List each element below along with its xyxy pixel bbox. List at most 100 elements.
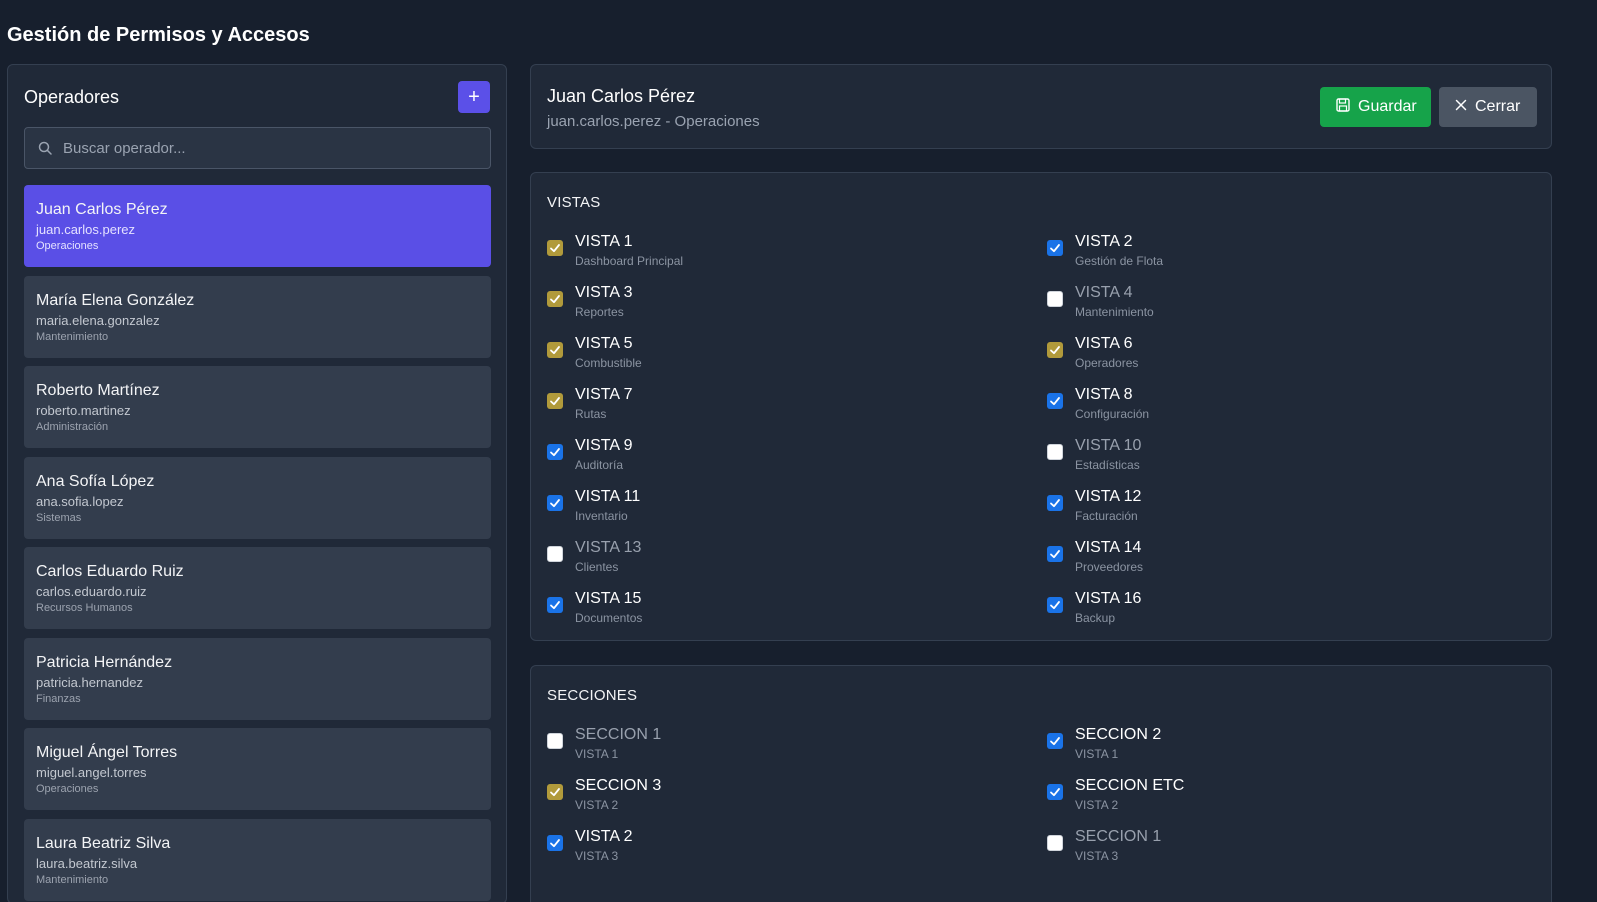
operator-item-username: miguel.angel.torres xyxy=(36,765,147,780)
check-icon xyxy=(549,497,561,509)
vistas-item-label: VISTA 15 xyxy=(575,590,642,607)
check-icon xyxy=(549,446,561,458)
secciones-checkbox[interactable] xyxy=(1047,835,1063,851)
operator-item[interactable]: María Elena González maria.elena.gonzalez… xyxy=(24,275,491,358)
vistas-item-desc: Proveedores xyxy=(1075,560,1144,574)
vistas-item-desc: Mantenimiento xyxy=(1075,305,1154,319)
check-icon xyxy=(1049,344,1061,356)
vistas-checkbox[interactable] xyxy=(547,444,563,460)
operator-item-department: Recursos Humanos xyxy=(36,602,133,614)
vistas-item-label: VISTA 12 xyxy=(1075,488,1142,505)
operator-item[interactable]: Juan Carlos Pérez juan.carlos.perez Operac… xyxy=(24,185,491,267)
check-icon xyxy=(549,395,561,407)
secciones-item-desc: VISTA 1 xyxy=(1075,747,1119,761)
operator-subtitle: juan.carlos.perez - Operaciones xyxy=(547,113,760,130)
close-icon xyxy=(1455,98,1467,116)
vistas-item-desc: Gestión de Flota xyxy=(1075,254,1164,268)
vistas-item-label: VISTA 16 xyxy=(1075,590,1142,607)
check-icon xyxy=(549,344,561,356)
secciones-checkbox[interactable] xyxy=(1047,784,1063,800)
operator-item-name: Carlos Eduardo Ruiz xyxy=(36,563,184,580)
vistas-item-desc: Backup xyxy=(1075,611,1116,625)
vistas-item-label: VISTA 8 xyxy=(1075,386,1133,403)
search-icon xyxy=(37,140,53,156)
check-icon xyxy=(549,837,561,849)
check-icon xyxy=(549,242,561,254)
operator-item-name: Patricia Hernández xyxy=(36,653,173,671)
close-button[interactable]: Cerrar xyxy=(1439,87,1537,127)
vistas-checkbox[interactable] xyxy=(1047,495,1063,511)
vistas-checkbox[interactable] xyxy=(1047,546,1063,562)
vistas-item-label: VISTA 6 xyxy=(1075,335,1133,352)
vistas-item-desc: Reportes xyxy=(575,305,624,319)
vistas-item-label: VISTA 9 xyxy=(575,437,633,454)
secciones-item-desc: VISTA 2 xyxy=(1075,798,1119,812)
check-icon xyxy=(1049,735,1061,747)
detail-header: Juan Carlos Pérez juan.carlos.perez - Op… xyxy=(530,64,1552,149)
operators-header: Operadores + xyxy=(24,81,490,113)
vistas-item-desc: Auditoría xyxy=(575,458,624,472)
operator-item[interactable]: Carlos Eduardo Ruiz carlos.eduardo.ruiz Re… xyxy=(24,547,491,629)
close-label: Cerrar xyxy=(1475,98,1521,115)
vistas-checkbox[interactable] xyxy=(1047,444,1063,460)
save-button[interactable]: Guardar xyxy=(1320,87,1431,127)
vistas-checkbox[interactable] xyxy=(547,495,563,511)
vistas-checkbox[interactable] xyxy=(547,291,563,307)
operator-item-name: María Elena González xyxy=(36,291,195,309)
operator-item-name: Roberto Martínez xyxy=(36,382,160,399)
vistas-checkbox[interactable] xyxy=(1047,240,1063,256)
page-title: Gestión de Permisos y Accesos xyxy=(7,24,310,46)
secciones-section: SECCIONES SECCION 1 VISTA 1 SECCION 2 VISTA… xyxy=(530,665,1552,902)
operator-item[interactable]: Patricia Hernández patricia.hernandez Fina… xyxy=(24,637,491,720)
plus-icon: + xyxy=(468,86,480,108)
vistas-checkbox[interactable] xyxy=(1047,342,1063,358)
vistas-item-desc: Rutas xyxy=(575,407,607,421)
secciones-checkbox[interactable] xyxy=(1047,733,1063,749)
search-input[interactable] xyxy=(63,128,490,168)
vistas-item-label: VISTA 13 xyxy=(575,539,642,556)
secciones-checkbox[interactable] xyxy=(547,835,563,851)
secciones-item-label: SECCION 2 xyxy=(1075,726,1162,743)
vistas-item-desc: Inventario xyxy=(575,509,628,523)
operator-item[interactable]: Roberto Martínez roberto.martinez Administ… xyxy=(24,366,491,448)
vistas-checkbox[interactable] xyxy=(547,342,563,358)
add-operator-button[interactable]: + xyxy=(458,81,490,113)
vistas-checkbox[interactable] xyxy=(547,393,563,409)
vistas-item-desc: Estadísticas xyxy=(1075,458,1140,472)
vistas-checkbox[interactable] xyxy=(547,240,563,256)
vistas-item-label: VISTA 3 xyxy=(575,284,633,301)
check-icon xyxy=(1049,242,1061,254)
vistas-item-label: VISTA 14 xyxy=(1075,539,1142,556)
secciones-checkbox[interactable] xyxy=(547,733,563,749)
vistas-checkbox[interactable] xyxy=(1047,597,1063,613)
secciones-item-desc: VISTA 2 xyxy=(575,798,619,812)
operators-title: Operadores xyxy=(24,86,120,107)
vistas-item-desc: Dashboard Principal xyxy=(575,254,684,268)
operator-item-username: patricia.hernandez xyxy=(36,674,143,690)
secciones-item-label: SECCION 1 xyxy=(575,726,662,743)
secciones-checkbox[interactable] xyxy=(547,784,563,800)
check-icon xyxy=(1049,786,1061,798)
vistas-checkbox[interactable] xyxy=(1047,393,1063,409)
operator-item-username: ana.sofia.lopez xyxy=(36,493,124,509)
operator-item-name: Laura Beatriz Silva xyxy=(36,834,171,852)
vistas-item-label: VISTA 4 xyxy=(1075,284,1133,301)
operator-item-department: Mantenimiento xyxy=(36,330,109,343)
operators-panel: Operadores + Juan Carlos Pérez juan.carlo… xyxy=(7,64,507,902)
operator-item[interactable]: Ana Sofía López ana.sofia.lopez Sistemas xyxy=(24,456,491,539)
vistas-section: VISTAS VISTA 1 Dashboard Principal VISTA 2… xyxy=(530,172,1552,641)
operator-item[interactable]: Miguel Ángel Torres miguel.angel.torres Op… xyxy=(24,728,491,810)
operator-item-username: maria.elena.gonzalez xyxy=(36,312,160,328)
check-icon xyxy=(549,293,561,305)
vistas-item-label: VISTA 11 xyxy=(575,488,641,505)
operator-item[interactable]: Laura Beatriz Silva laura.beatriz.silva Ma… xyxy=(24,818,491,901)
vistas-title: VISTAS xyxy=(547,194,601,211)
operator-item-department: Finanzas xyxy=(36,692,81,705)
operator-item-department: Mantenimiento xyxy=(36,873,109,886)
vistas-checkbox[interactable] xyxy=(547,597,563,613)
vistas-checkbox[interactable] xyxy=(1047,291,1063,307)
search-box xyxy=(24,127,491,169)
vistas-item-desc: Combustible xyxy=(575,356,642,370)
vistas-item-desc: Documentos xyxy=(575,611,643,625)
vistas-checkbox[interactable] xyxy=(547,546,563,562)
